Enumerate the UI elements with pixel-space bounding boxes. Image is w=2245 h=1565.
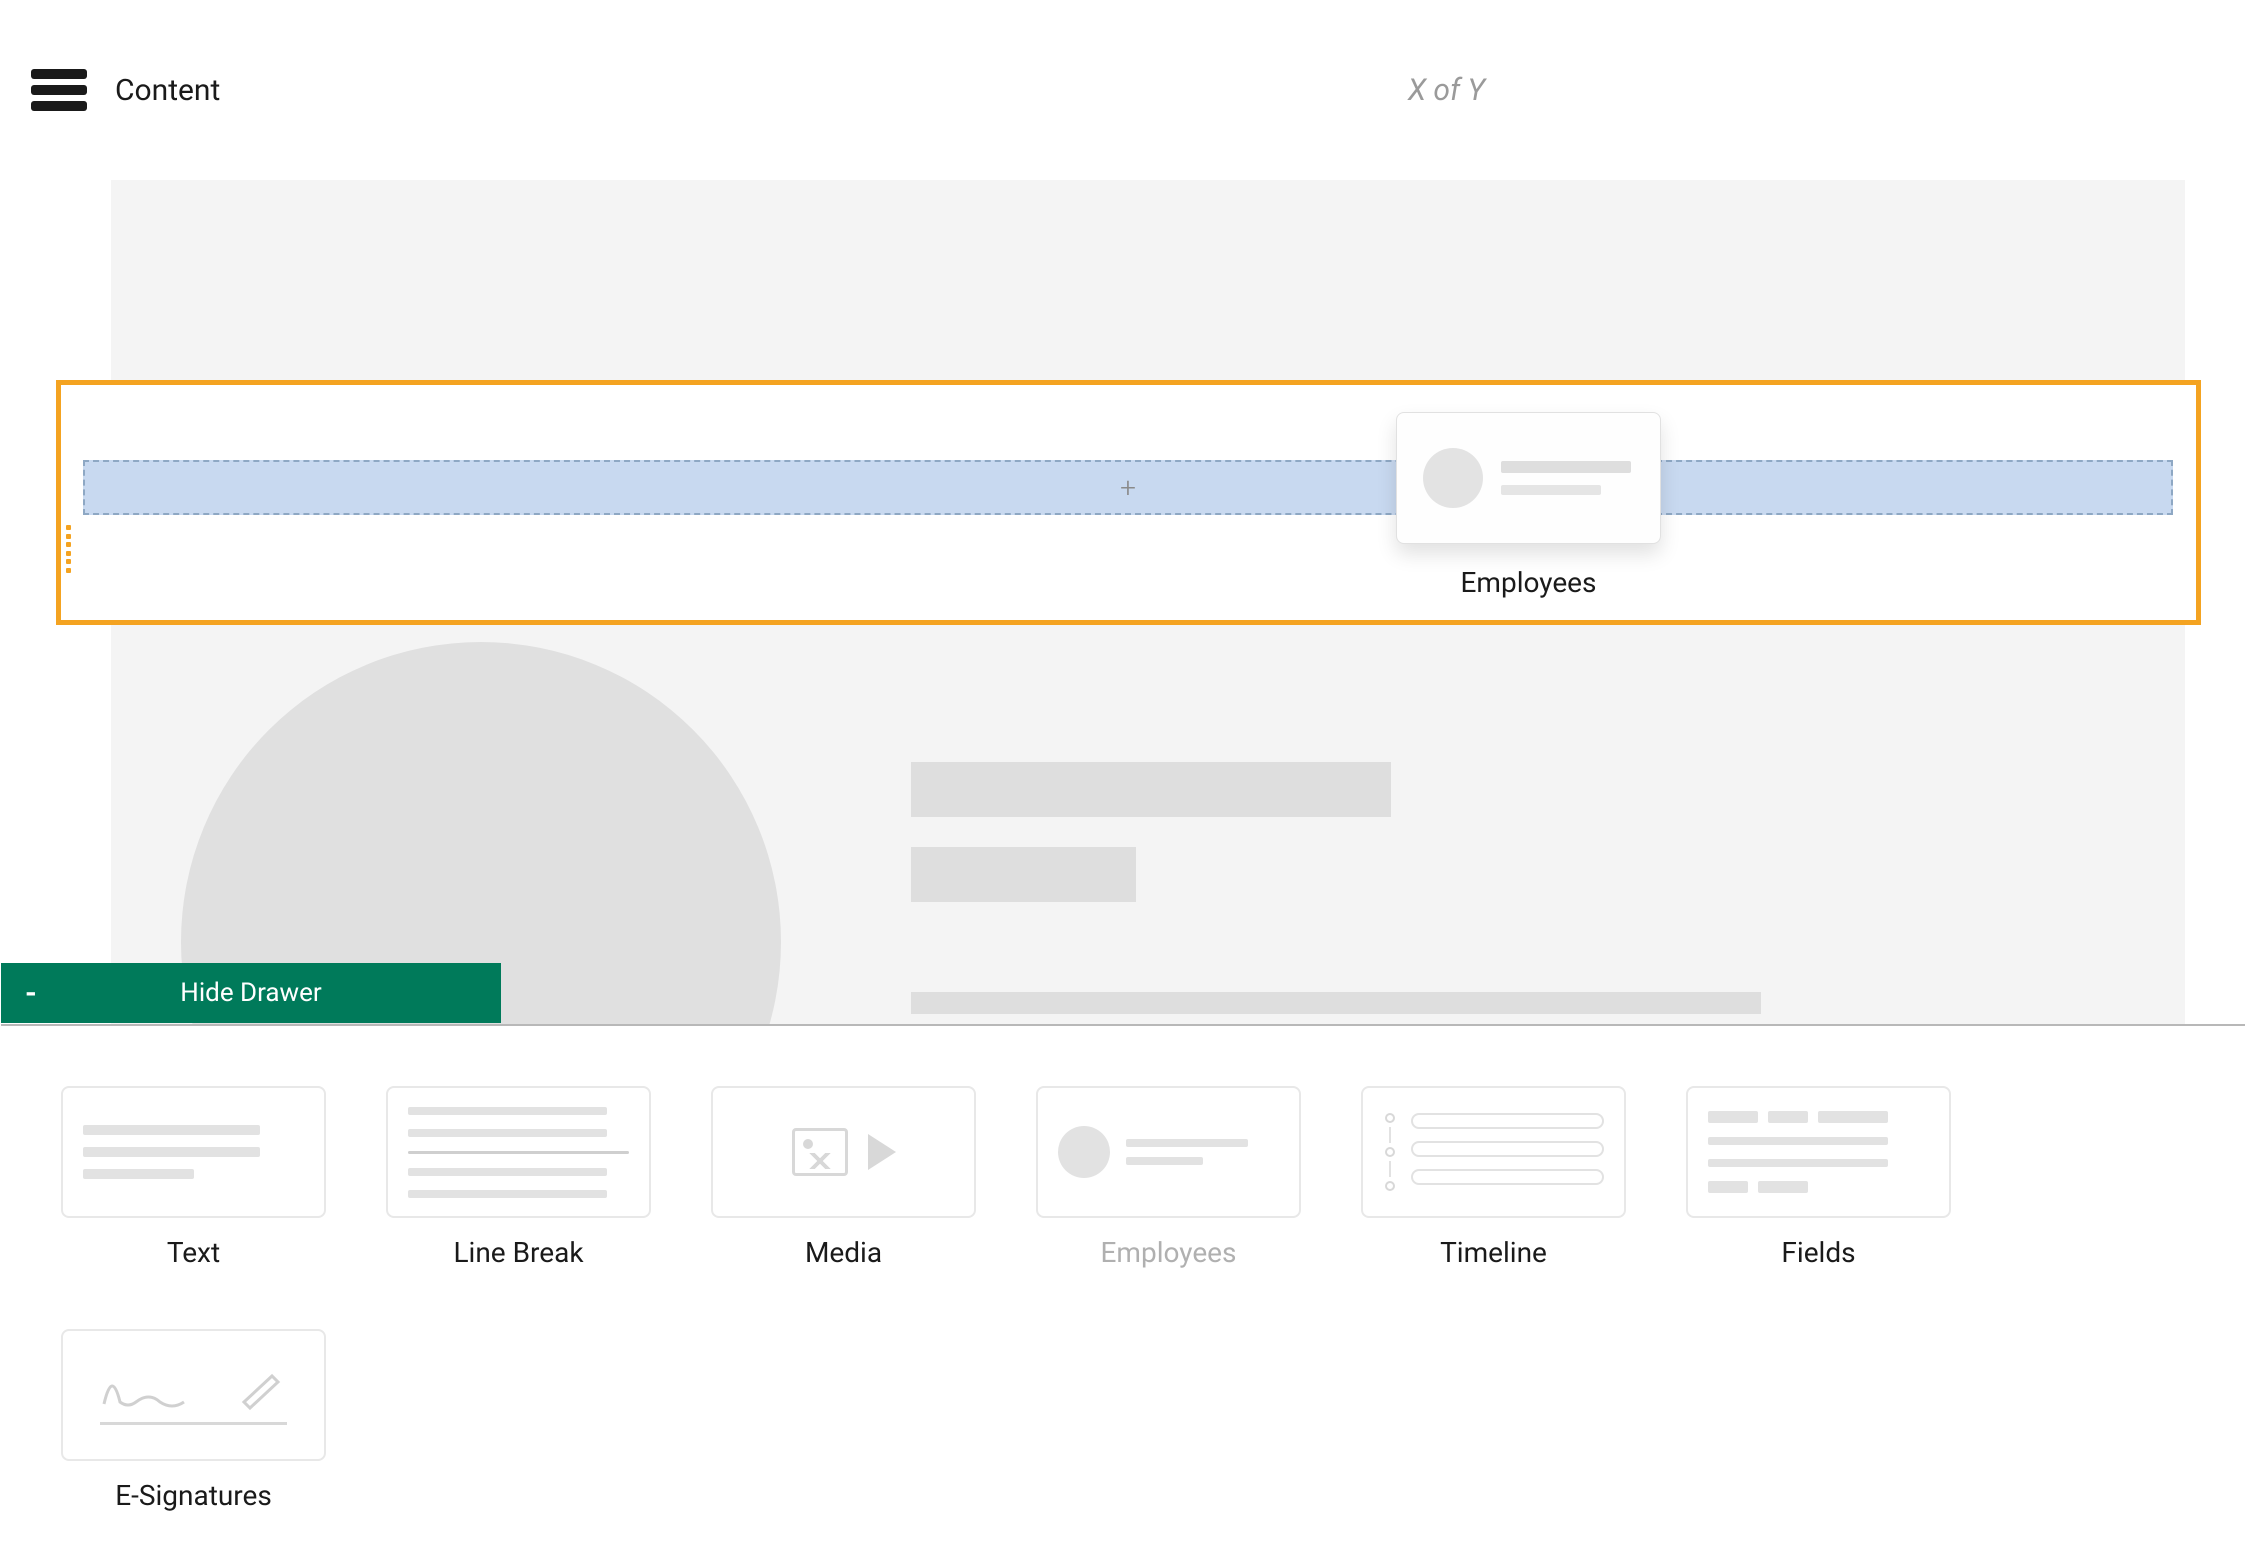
drawer-item-linebreak: Line Break [386,1086,651,1269]
dropzone[interactable]: + [83,460,2173,515]
hide-drawer-button[interactable]: - Hide Drawer [1,963,501,1023]
drawer-card-text[interactable] [61,1086,326,1218]
avatar-placeholder-icon [1423,448,1483,508]
header-left: Content [31,69,220,111]
drawer-grid: Text Line Break Media [61,1086,2186,1512]
drawer-item-text: Text [61,1086,326,1269]
drawer-item-label: Fields [1781,1236,1855,1269]
image-icon [792,1128,848,1176]
dragging-card-label: Employees [1396,566,1661,599]
drawer-item-fields: Fields [1686,1086,1951,1269]
hide-drawer-label: Hide Drawer [180,978,321,1008]
drawer-card-esignatures[interactable] [61,1329,326,1461]
header-title: Content [115,73,220,108]
placeholder-lines [1501,461,1634,495]
employees-icon [1058,1126,1279,1178]
drag-handle-icon[interactable] [63,525,73,573]
fields-icon [1708,1111,1929,1193]
plus-icon: + [1120,471,1136,504]
play-icon [868,1134,896,1170]
pager-label: X of Y [1408,73,1485,108]
drawer-card-linebreak[interactable] [386,1086,651,1218]
hamburger-menu-icon[interactable] [31,69,87,111]
drawer-item-label: Line Break [453,1236,583,1269]
drawer-item-label: E-Signatures [115,1479,272,1512]
drawer-card-media[interactable] [711,1086,976,1218]
timeline-icon [1383,1113,1604,1191]
drawer-card-employees[interactable] [1036,1086,1301,1218]
drawer-card-fields[interactable] [1686,1086,1951,1218]
drawer-item-label: Media [805,1236,882,1269]
drawer-item-esignatures: E-Signatures [61,1329,326,1512]
drawer-item-employees: Employees [1036,1086,1301,1269]
drawer-item-label: Timeline [1440,1236,1547,1269]
drawer-card-timeline[interactable] [1361,1086,1626,1218]
drawer-item-label: Text [167,1236,220,1269]
page-root: Content X of Y + Employees - [0,0,2245,1565]
component-drawer: Text Line Break Media [1,1026,2245,1565]
media-icon [792,1128,896,1176]
profile-text-skeleton [911,762,2081,1014]
minus-icon: - [25,976,37,1011]
linebreak-icon [408,1107,629,1198]
text-icon [83,1125,304,1179]
drawer-item-label: Employees [1101,1236,1237,1269]
signature-icon [83,1351,304,1439]
dragging-card-employees[interactable] [1396,412,1661,544]
drawer-item-timeline: Timeline [1361,1086,1626,1269]
drawer-item-media: Media [711,1086,976,1269]
header-bar: Content X of Y [1,0,2245,180]
drawer-divider [1,1024,2245,1026]
